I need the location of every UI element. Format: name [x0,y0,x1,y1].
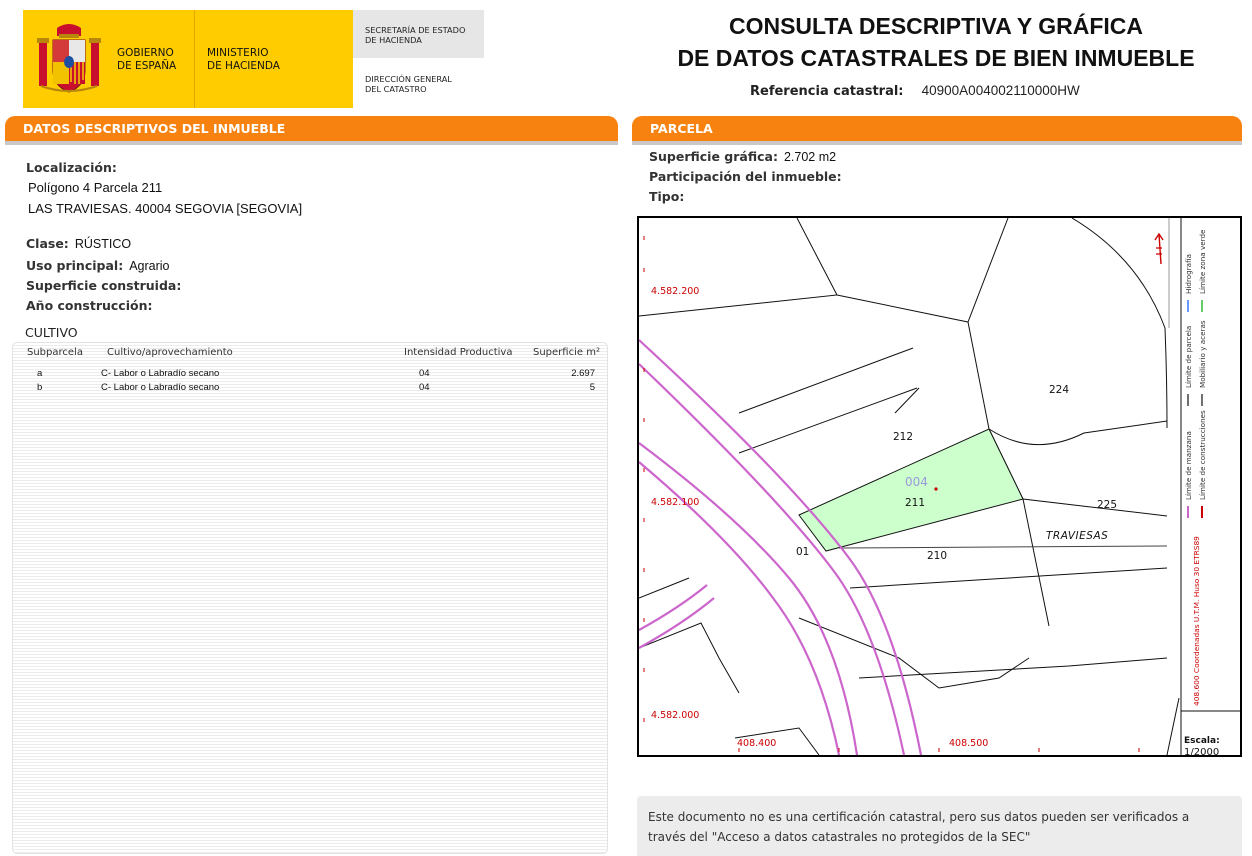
ref-label: Referencia catastral: [750,84,904,99]
parcel-label: TRAVIESAS [1046,530,1108,542]
tipo-label: Tipo: [649,189,685,204]
secretaria-block: SECRETARÍA DE ESTADO DE HACIENDA [353,10,484,58]
coord-label: 408.400 [737,738,776,749]
legend-zona-verde: Límite zona verde [1198,229,1207,294]
anio-construccion-field: Año construcción: [26,298,152,313]
tipo-field: Tipo: [649,189,684,204]
parcel-label: 01 [796,546,809,558]
coord-label: 4.582.100 [651,497,699,508]
participacion-field: Participación del inmueble: [649,169,842,184]
title-line1: CONSULTA DESCRIPTIVA Y GRÁFICA [728,13,1144,39]
parcel-label: 225 [1097,499,1117,511]
table-header-cultivo: Cultivo/aprovechamiento [107,347,233,358]
min-line2: DE HACIENDA [207,60,280,72]
legend-manzana: Límite de manzana [1184,431,1193,500]
document-title: CONSULTA DESCRIPTIVA Y GRÁFICA DE DATOS … [630,10,1242,74]
uso-principal-value: Agrario [129,259,170,273]
logo-divider [194,10,195,108]
parcel-label: 210 [927,550,947,562]
cadastral-map[interactable]: 4.582.200 4.582.100 4.582.000 408.400 40… [637,216,1242,757]
dg-line2: DEL CATASTRO [365,84,427,94]
table-cell: C- Labor o Labradío secano [101,368,220,379]
superficie-construida-field: Superficie construida: [26,278,181,293]
parcela-title: PARCELA [650,121,713,136]
map-canvas: 4.582.200 4.582.100 4.582.000 408.400 40… [639,218,1240,755]
parcel-label: 224 [1049,384,1069,396]
table-header-superficie: Superficie m² [533,347,600,358]
legend-mobiliario: Mobiliario y aceras [1198,320,1207,388]
uso-principal-label: Uso principal: [26,258,124,273]
gob-line1: GOBIERNO [117,47,174,59]
table-cell: 04 [419,368,430,379]
coat-of-arms-icon [37,24,101,93]
cultivo-table: Subparcela Cultivo/aprovechamiento Inten… [12,342,608,854]
referencia-catastral: Referencia catastral: 40900A004002110000… [750,83,1080,99]
localizacion-label: Localización: [26,160,117,175]
coord-label: 4.582.200 [651,286,699,297]
localizacion-line1: Polígono 4 Parcela 211 [28,180,163,195]
superficie-grafica-value: 2.702 m2 [783,150,837,164]
cultivo-title: CULTIVO [25,325,78,340]
legend-utm: 408.600 Coordenadas U.T.M. Huso 30 ETRS8… [1192,536,1201,706]
secretaria-label: SECRETARÍA DE ESTADO DE HACIENDA [365,25,465,45]
ministerio-label: MINISTERIO DE HACIENDA [207,47,280,73]
legend-escala-label: Escala: [1184,736,1220,746]
parcel-label: 212 [893,431,913,443]
direccion-general-label: DIRECCIÓN GENERAL DEL CATASTRO [365,74,452,94]
datos-descriptivos-header: DATOS DESCRIPTIVOS DEL INMUEBLE [5,116,618,145]
table-header-subparcela: Subparcela [27,347,83,358]
sec-line2: DE HACIENDA [365,35,422,45]
clase-label: Clase: [26,236,69,251]
anio-construccion-label: Año construcción: [26,298,153,313]
coord-label: 4.582.000 [651,710,699,721]
table-cell: 5 [589,382,595,393]
parcel-label: 211 [905,497,925,509]
gobierno-de-espana-label: GOBIERNO DE ESPAÑA [117,47,176,73]
datos-descriptivos-title: DATOS DESCRIPTIVOS DEL INMUEBLE [23,121,286,136]
disclaimer-text: Este documento no es una certificación c… [648,810,1190,844]
table-cell: 2.697 [571,368,595,379]
section-bar-shadow [5,141,618,145]
legend-hidro: Hidrografía [1184,254,1193,294]
clase-field: Clase: RÚSTICO [26,236,131,251]
section-bar-shadow [632,141,1242,145]
participacion-label: Participación del inmueble: [649,169,842,184]
sec-line1: SECRETARÍA DE ESTADO [365,25,466,35]
table-cell: a [37,368,43,379]
parcel-centroid-marker [934,487,938,491]
gob-line2: DE ESPAÑA [117,60,177,72]
gobierno-logo-block: GOBIERNO DE ESPAÑA MINISTERIO DE HACIEND… [23,10,353,108]
clase-value: RÚSTICO [74,237,132,251]
min-line1: MINISTERIO [207,47,269,59]
legend-parcela: Límite de parcela [1184,326,1193,388]
disclaimer-notice: Este documento no es una certificación c… [637,796,1242,856]
dg-line1: DIRECCIÓN GENERAL [365,74,452,84]
title-line2: DE DATOS CATASTRALES DE BIEN INMUEBLE [677,45,1195,71]
coord-label: 408.500 [949,738,988,749]
table-header-intensidad: Intensidad Productiva [404,347,513,358]
uso-principal-field: Uso principal: Agrario [26,258,169,273]
superficie-grafica-label: Superficie gráfica: [649,149,778,164]
superficie-grafica-field: Superficie gráfica: 2.702 m2 [649,149,836,164]
legend-escala-value: 1/2000 [1184,747,1219,755]
parcel-211-highlight [798,428,1024,552]
superficie-construida-label: Superficie construida: [26,278,182,293]
parcel-label: 004 [905,475,928,489]
north-arrow-icon [1154,232,1164,265]
parcela-header: PARCELA [632,116,1242,145]
legend-construcciones: Límite de construcciones [1198,410,1207,500]
table-cell: b [37,382,43,393]
localizacion-line2: LAS TRAVIESAS. 40004 SEGOVIA [SEGOVIA] [28,201,303,216]
ref-value: 40900A004002110000HW [921,83,1080,98]
localizacion-field: Localización: [26,160,117,175]
table-cell: 04 [419,382,430,393]
table-cell: C- Labor o Labradío secano [101,382,220,393]
